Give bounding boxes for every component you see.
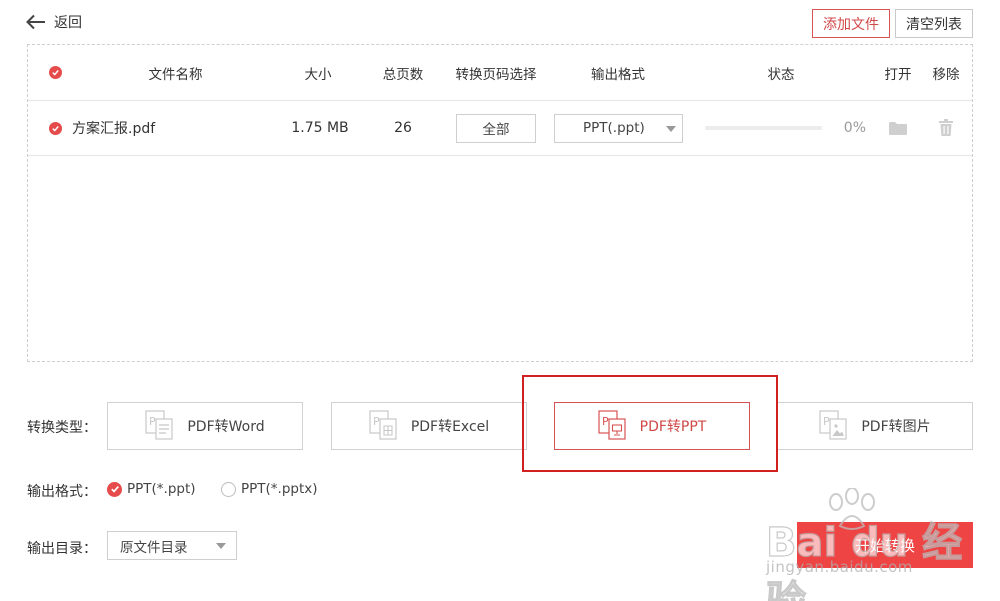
progress-cell (705, 101, 822, 155)
output-format-select[interactable]: PPT(.ppt) (554, 113, 683, 143)
svg-text:P: P (149, 415, 156, 428)
trash-icon (939, 119, 953, 136)
select-all-checkbox[interactable] (49, 45, 62, 100)
output-format-value: PPT(.ppt) (583, 120, 645, 136)
back-button[interactable]: 返回 (26, 12, 82, 32)
clear-list-button[interactable]: 清空列表 (895, 9, 973, 38)
chevron-down-icon (216, 543, 226, 549)
radio-pptx[interactable]: PPT(*.pptx) (221, 481, 318, 497)
col-output-format: 输出格式 (591, 66, 645, 83)
radio-ppt[interactable]: PPT(*.ppt) (107, 481, 196, 497)
remove-button[interactable] (934, 101, 958, 155)
col-open: 打开 (884, 66, 912, 83)
svg-text:P: P (823, 415, 830, 428)
add-file-button[interactable]: 添加文件 (812, 9, 890, 38)
page-select-button[interactable]: 全部 (456, 113, 536, 143)
table-header: 文件名称 大小 总页数 转换页码选择 输出格式 状态 打开 移除 (28, 45, 972, 101)
type-label-image: PDF转图片 (861, 419, 931, 435)
file-pages: 26 (394, 120, 412, 136)
pdf-to-excel-icon: P (369, 410, 397, 440)
radio-pptx-label: PPT(*.pptx) (241, 481, 318, 497)
folder-icon (889, 122, 907, 135)
col-pages: 总页数 (382, 66, 424, 83)
chevron-down-icon (666, 125, 676, 132)
type-label-excel: PDF转Excel (410, 419, 490, 435)
output-dir-select[interactable]: 原文件目录 (107, 531, 237, 560)
progress-percent: 0% (843, 120, 866, 136)
format-cell: PPT(.ppt) (554, 101, 683, 155)
svg-text:P: P (373, 415, 380, 428)
col-remove: 移除 (932, 66, 960, 83)
back-label: 返回 (54, 15, 82, 31)
row-checkbox[interactable] (49, 101, 62, 155)
arrow-left-icon (26, 14, 45, 30)
radio-unchecked-icon (221, 481, 236, 497)
output-format-label: 输出格式： (27, 484, 97, 500)
table-row: 方案汇报.pdf 1.75 MB 26 全部 PPT(.ppt) 0% (28, 101, 972, 156)
radio-checked-icon (107, 481, 122, 497)
type-pdf-to-image[interactable]: P PDF转图片 (777, 402, 973, 450)
col-size: 大小 (304, 66, 332, 83)
check-icon (49, 121, 62, 135)
highlight-box (522, 375, 778, 472)
type-pdf-to-excel[interactable]: P PDF转Excel (331, 402, 527, 450)
type-pdf-to-word[interactable]: P PDF转Word (107, 402, 303, 450)
pdf-to-image-icon: P (819, 410, 847, 440)
col-name: 文件名称 (148, 66, 203, 83)
output-dir-value: 原文件目录 (120, 539, 188, 556)
output-dir-label: 输出目录： (27, 541, 97, 557)
type-label-word: PDF转Word (187, 419, 265, 435)
progress-bar (705, 126, 822, 130)
pdf-to-word-icon: P (145, 410, 173, 440)
conversion-type-label: 转换类型： (27, 420, 97, 436)
open-folder-button[interactable] (886, 101, 910, 155)
radio-ppt-label: PPT(*.ppt) (127, 481, 196, 497)
file-size: 1.75 MB (291, 120, 349, 136)
page-select-cell: 全部 (456, 101, 536, 155)
file-table: 文件名称 大小 总页数 转换页码选择 输出格式 状态 打开 移除 方案汇报.pd… (27, 44, 973, 362)
col-status: 状态 (767, 66, 795, 83)
col-page-select: 转换页码选择 (455, 66, 537, 83)
file-name: 方案汇报.pdf (72, 121, 156, 137)
check-icon (49, 66, 62, 79)
start-convert-button[interactable]: 开始转换 (797, 522, 973, 568)
